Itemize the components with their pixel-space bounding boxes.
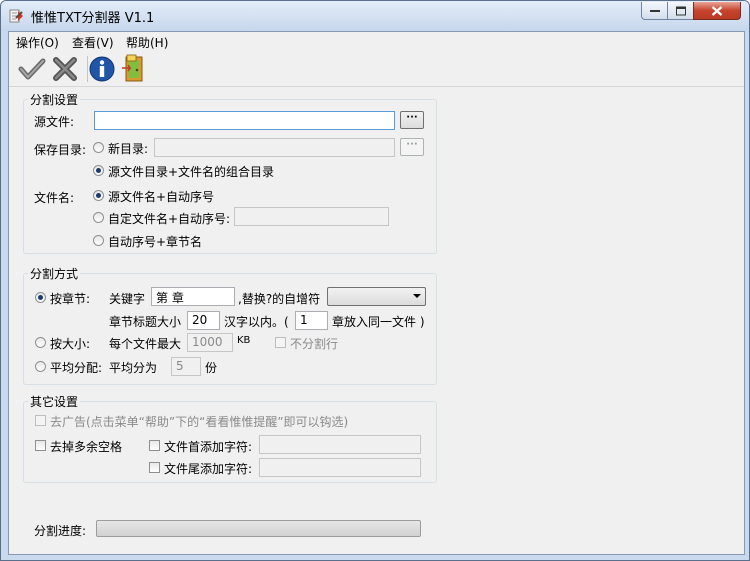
by-size-label: 按大小:: [50, 337, 91, 351]
keyword-label: 关键字: [109, 292, 146, 306]
average-into-label: 平均分为: [109, 361, 158, 375]
by-chapter-radio[interactable]: [35, 292, 46, 303]
chapters-per-file-input[interactable]: 1: [295, 311, 328, 330]
split-settings-title: 分割设置: [28, 91, 81, 108]
average-parts-input[interactable]: 5: [171, 357, 201, 376]
kb-label: KB: [237, 335, 251, 346]
keyword-input[interactable]: 第 章: [151, 287, 235, 306]
remove-ads-checkbox[interactable]: [35, 415, 46, 426]
source-file-label: 源文件:: [34, 115, 75, 129]
parts-label: 份: [205, 361, 218, 375]
no-split-line-checkbox[interactable]: [275, 337, 286, 348]
max-size-input[interactable]: 1000: [187, 333, 233, 352]
start-split-button[interactable]: [17, 54, 47, 84]
new-dir-browse-button[interactable]: ···: [400, 138, 424, 156]
new-dir-radio[interactable]: [93, 142, 104, 153]
progress-label: 分割进度:: [34, 524, 87, 538]
filename-label: 文件名:: [34, 191, 75, 205]
info-icon: [89, 56, 115, 82]
auto-seq-label: 源文件名+自动序号: [108, 190, 215, 204]
remove-spaces-label: 去掉多余空格: [50, 440, 123, 454]
average-radio[interactable]: [35, 361, 46, 372]
source-file-input[interactable]: [94, 111, 395, 130]
prepend-label: 文件首添加字符:: [164, 440, 253, 454]
title-max-input[interactable]: 20: [187, 311, 220, 330]
window-title: 惟惟TXT分割器 V1.1: [31, 11, 155, 26]
split-method-title: 分割方式: [28, 265, 81, 282]
menu-help[interactable]: 帮助(H): [126, 34, 168, 51]
exit-button[interactable]: [119, 54, 149, 84]
combo-dir-radio[interactable]: [93, 165, 104, 176]
append-label: 文件尾添加字符:: [164, 462, 253, 476]
x-icon: [53, 57, 77, 81]
max-each-label: 每个文件最大: [109, 337, 182, 351]
maximize-button[interactable]: [667, 2, 694, 20]
by-chapter-label: 按章节:: [50, 292, 91, 306]
custom-name-input[interactable]: [234, 207, 389, 226]
menu-bar: 操作(O) 查看(V) 帮助(H): [9, 32, 744, 51]
remove-ads-label: 去广告(点击菜单“帮助”下的“看看惟惟提醒”即可以钩选): [50, 415, 349, 429]
save-dir-label: 保存目录:: [34, 143, 87, 157]
title-max-label: 章节标题大小: [109, 315, 182, 329]
custom-name-label: 自定文件名+自动序号:: [108, 212, 231, 226]
chapters-into-label: 章放入同一文件 ): [332, 315, 425, 329]
toolbar: [9, 52, 744, 87]
check-icon: [18, 58, 46, 80]
title-bar[interactable]: 惟惟TXT分割器 V1.1: [1, 1, 749, 31]
append-input[interactable]: [259, 458, 421, 477]
client-area: 操作(O) 查看(V) 帮助(H) 分割设置 源文件: ··· 保存目录: 新目…: [8, 31, 745, 555]
stop-button[interactable]: [50, 54, 80, 84]
menu-operate[interactable]: 操作(O): [16, 34, 59, 51]
remove-spaces-checkbox[interactable]: [35, 440, 46, 451]
chapter-name-label: 自动序号+章节名: [108, 235, 203, 249]
append-checkbox[interactable]: [149, 462, 160, 473]
by-size-radio[interactable]: [35, 337, 46, 348]
maximize-icon: [675, 6, 686, 15]
chevron-down-icon: [413, 294, 421, 298]
close-icon: [711, 5, 723, 16]
menu-view[interactable]: 查看(V): [72, 34, 114, 51]
new-dir-input[interactable]: [154, 138, 395, 157]
auto-seq-radio[interactable]: [93, 190, 104, 201]
replace-label: ,替换?的自增符: [238, 292, 321, 306]
about-button[interactable]: [87, 54, 117, 84]
prepend-checkbox[interactable]: [149, 440, 160, 451]
app-window: 惟惟TXT分割器 V1.1 操作(O) 查看(V) 帮助(H) 分割设置 源文件…: [0, 0, 750, 561]
other-settings-title: 其它设置: [28, 393, 81, 410]
split-progress-bar: [96, 520, 421, 537]
replace-symbol-select[interactable]: [327, 287, 426, 306]
chapter-name-radio[interactable]: [93, 235, 104, 246]
custom-name-radio[interactable]: [93, 212, 104, 223]
minimize-icon: [649, 9, 660, 12]
minimize-button[interactable]: [641, 2, 668, 20]
exit-door-icon: [122, 54, 143, 82]
main-panel: 分割设置 源文件: ··· 保存目录: 新目录: ··· 源文件目录+文件名的组…: [9, 87, 744, 554]
app-icon: [9, 9, 23, 23]
no-split-line-label: 不分割行: [290, 337, 339, 351]
source-browse-button[interactable]: ···: [400, 111, 424, 129]
chars-within-label: 汉字以内。(: [224, 315, 289, 329]
new-dir-label: 新目录:: [108, 142, 149, 156]
close-button[interactable]: [693, 2, 741, 20]
combo-dir-label: 源文件目录+文件名的组合目录: [108, 165, 275, 179]
prepend-input[interactable]: [259, 435, 421, 454]
average-label: 平均分配:: [50, 361, 103, 375]
